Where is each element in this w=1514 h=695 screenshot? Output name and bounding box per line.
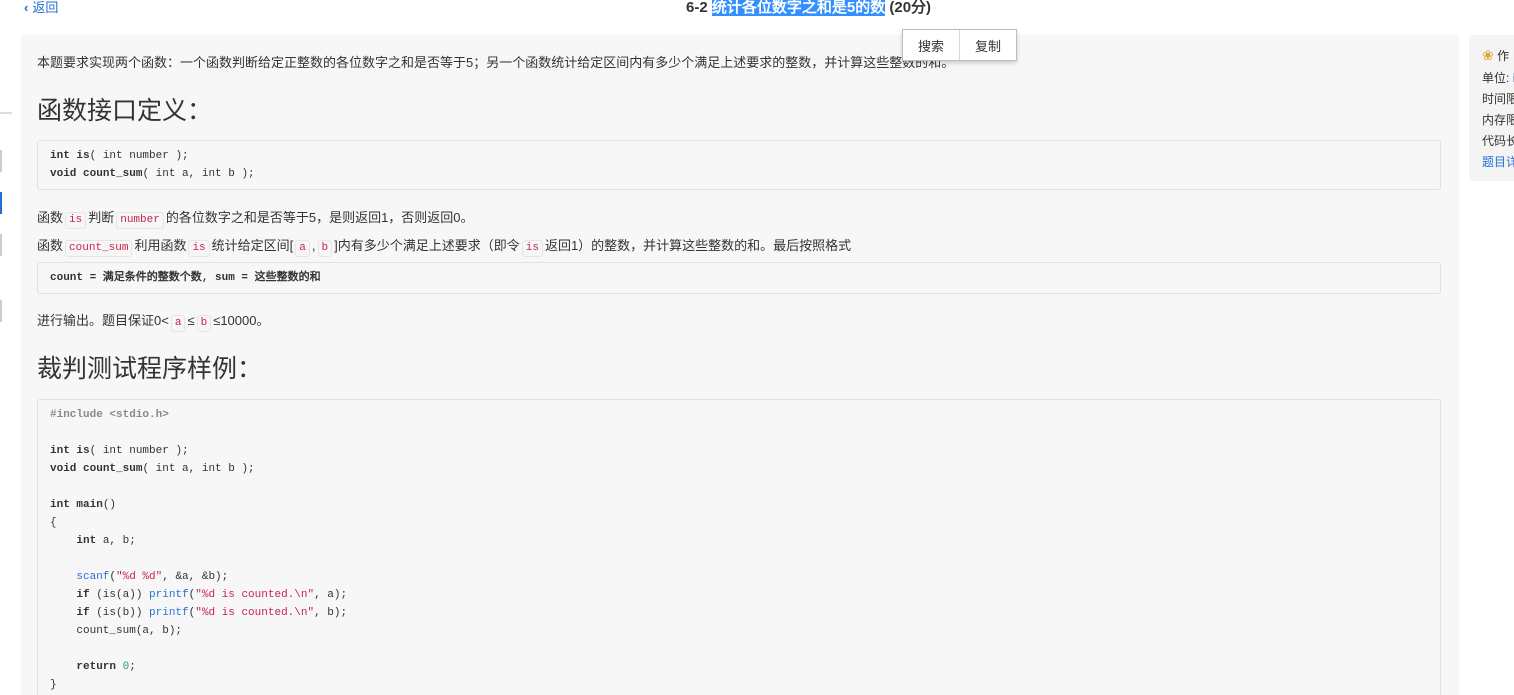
desc-text: 利用函数 (134, 238, 187, 253)
desc-text: 函数 (37, 210, 64, 225)
code-text: ( int number ); (89, 150, 189, 162)
desc-text: 进行输出。题目保证0< (37, 313, 169, 328)
inline-code: b (317, 240, 333, 257)
code-text: count_sum(a, b); (76, 625, 183, 637)
code-text: , a); (314, 589, 348, 601)
interface-code-block: int is( int number ); void count_sum( in… (37, 140, 1441, 190)
unit-label: 单位: (1482, 71, 1510, 85)
code-text: (is(b)) (89, 607, 150, 619)
code-string: "%d is counted.\n" (195, 589, 315, 601)
description-count-sum: 函数 count_sum 利用函数 is 统计给定区间[a, b]内有多少个满足上述要求（… (37, 236, 851, 257)
inline-code: b (196, 315, 212, 332)
desc-text: 统计给定区间[ (211, 238, 294, 253)
author-label: 作 (1497, 49, 1510, 63)
code-preprocessor: #include <stdio.h> (50, 409, 169, 421)
author-row: ❀ 作 (1482, 47, 1509, 64)
code-text: { (50, 517, 57, 529)
code-builtin: printf (149, 607, 189, 619)
code-text: ( int number ); (89, 445, 189, 457)
gutter-marker (0, 150, 2, 172)
code-text: , &a, &b); (162, 571, 229, 583)
code-function: main (76, 499, 103, 511)
code-keyword: void (50, 168, 77, 180)
code-text: } (50, 679, 57, 691)
code-text: (is(a)) (89, 589, 150, 601)
code-keyword: int (50, 499, 70, 511)
copy-button[interactable]: 复制 (959, 30, 1016, 60)
heading-test-program: 裁判测试程序样例： (37, 355, 263, 383)
code-builtin: scanf (76, 571, 110, 583)
desc-text: ≤ (187, 313, 195, 328)
code-keyword: void (50, 463, 77, 475)
desc-text: 的各位数字之和是否等于5，是则返回1，否则返回0。 (165, 210, 474, 225)
desc-text: 返回1）的整数，并计算这些整数的和。最后按照格式 (544, 238, 852, 253)
back-label: 返回 (32, 0, 59, 15)
problem-info-card: ❀ 作 单位: i 时间限 内存限 代码长 题目详 (1469, 35, 1514, 181)
output-format-block: count = 满足条件的整数个数, sum = 这些整数的和 (37, 262, 1441, 294)
code-string: "%d %d" (116, 571, 163, 583)
desc-text: , (311, 238, 316, 253)
gutter-marker (0, 300, 2, 322)
page-title: 6-2 统计各位数字之和是5的数 (20分) (686, 0, 931, 18)
problem-panel: 本题要求实现两个函数：一个函数判断给定正整数的各位数字之和是否等于5；另一个函数… (21, 35, 1459, 695)
inline-code: a (295, 240, 310, 257)
code-keyword: if (76, 607, 90, 619)
desc-text: 判断 (88, 210, 115, 225)
title-selected-text[interactable]: 统计各位数字之和是5的数 (711, 0, 886, 16)
code-function: count_sum (83, 463, 143, 475)
medal-icon: ❀ (1482, 47, 1494, 63)
code-function: count_sum (83, 168, 143, 180)
code-keyword: int (50, 445, 70, 457)
description-is: 函数 is 判断 number 的各位数字之和是否等于5，是则返回1，否则返回0。 (37, 208, 474, 229)
code-keyword: return (76, 661, 117, 673)
gutter-divider (0, 112, 12, 114)
output-format-text: count = 满足条件的整数个数, sum = 这些整数的和 (50, 272, 321, 284)
code-builtin: printf (149, 589, 189, 601)
selection-context-menu: 搜索 复制 (902, 29, 1017, 61)
unit-row: 单位: i (1482, 69, 1514, 86)
back-link[interactable]: ‹ 返回 (24, 0, 58, 16)
code-string: "%d is counted.\n" (195, 607, 315, 619)
inline-code: a (170, 315, 186, 332)
description-constraints: 进行输出。题目保证0< a ≤ b ≤10000。 (37, 311, 269, 332)
memory-limit-label: 内存限 (1482, 113, 1514, 127)
desc-text: 函数 (37, 238, 64, 253)
code-length-label: 代码长 (1482, 134, 1514, 148)
time-limit-label: 时间限 (1482, 92, 1514, 106)
desc-text: ≤10000。 (213, 313, 270, 328)
gutter-marker-active[interactable] (0, 192, 2, 214)
code-text: , b); (314, 607, 348, 619)
title-prefix: 6-2 (686, 0, 708, 16)
problem-detail-link[interactable]: 题目详 (1482, 153, 1514, 170)
title-suffix: (20分) (889, 0, 932, 16)
heading-interface: 函数接口定义： (37, 97, 213, 125)
code-keyword: int (76, 535, 97, 547)
code-function: is (76, 150, 90, 162)
code-keyword: if (76, 589, 90, 601)
chevron-left-icon: ‹ (24, 0, 29, 15)
problem-intro: 本题要求实现两个函数：一个函数判断给定正整数的各位数字之和是否等于5；另一个函数… (37, 55, 955, 70)
inline-code: number (116, 212, 164, 229)
code-text: a, b; (96, 535, 136, 547)
code-text: ( int a, int b ); (142, 463, 255, 475)
search-button[interactable]: 搜索 (903, 30, 959, 60)
code-text: ; (129, 661, 136, 673)
inline-code: is (65, 212, 87, 229)
test-program-code-block: #include <stdio.h> int is( int number );… (37, 399, 1441, 695)
code-keyword: int (50, 150, 70, 162)
desc-text: ]内有多少个满足上述要求（即令 (334, 238, 520, 253)
inline-code: is (188, 240, 210, 257)
code-function: is (76, 445, 90, 457)
code-text: ( int a, int b ); (142, 168, 255, 180)
code-text: () (102, 499, 117, 511)
inline-code: count_sum (65, 240, 133, 257)
inline-code: is (521, 240, 543, 257)
gutter-marker (0, 234, 2, 256)
